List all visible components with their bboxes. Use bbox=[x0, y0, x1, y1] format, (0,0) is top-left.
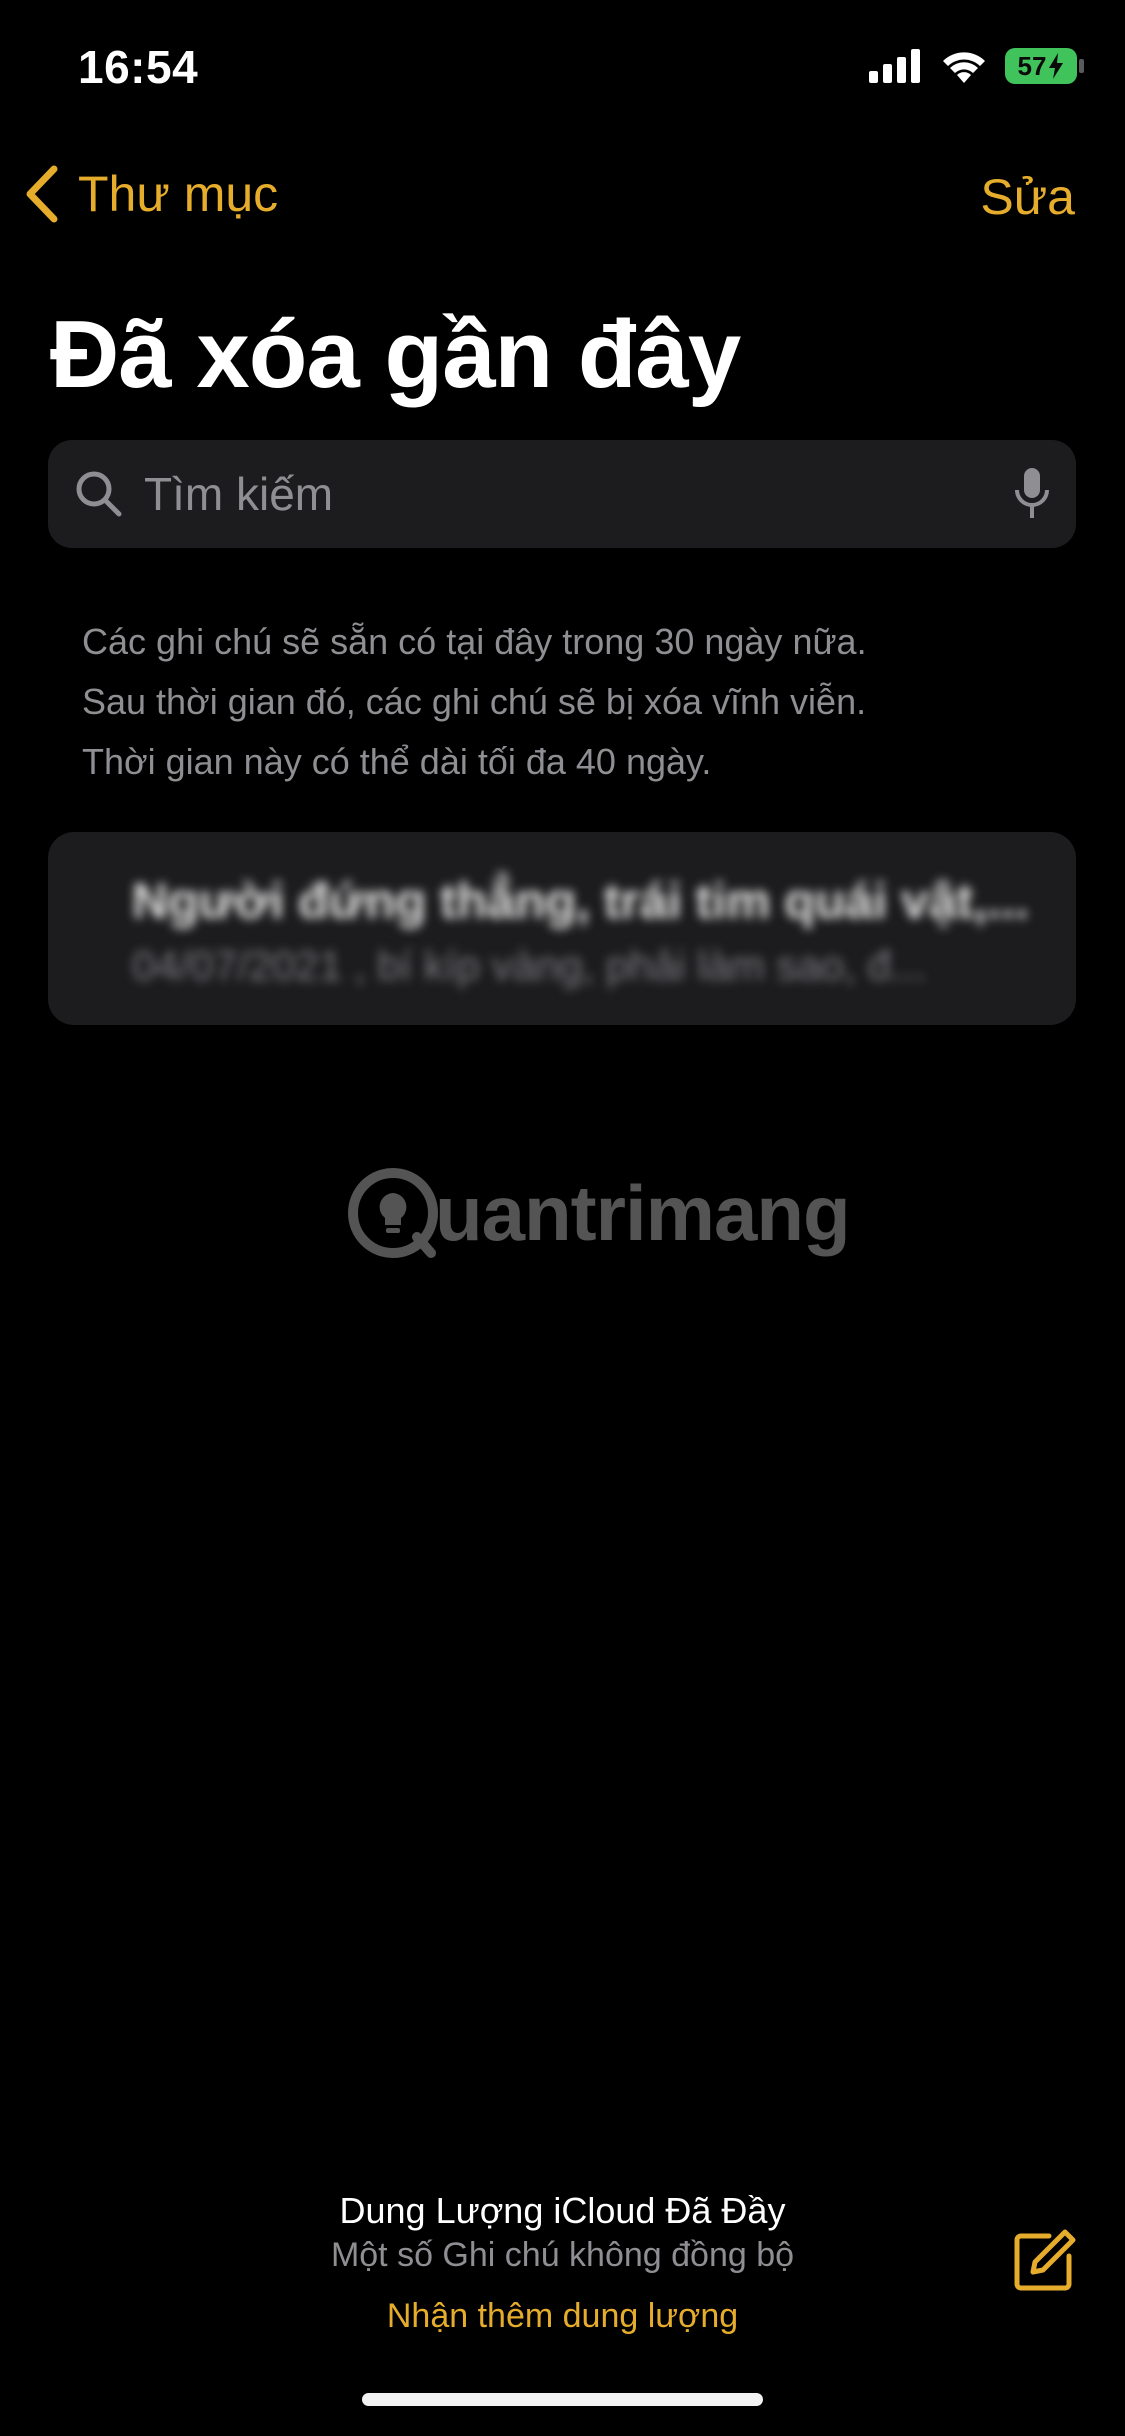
search-input[interactable] bbox=[142, 439, 1014, 549]
note-preview: , bí kíp vàng, phải làm sao, đ... bbox=[353, 942, 926, 989]
battery-level: 57 bbox=[1017, 50, 1047, 81]
note-title: Người đứng thẳng, trái tim quái vật,... bbox=[132, 873, 1029, 929]
watermark-logo: uantrimang bbox=[345, 1165, 851, 1261]
info-line: Sau thời gian đó, các ghi chú sẽ bị xóa … bbox=[82, 681, 867, 722]
home-indicator[interactable] bbox=[362, 2393, 763, 2406]
back-button-label: Thư mục bbox=[78, 166, 279, 222]
note-list-item[interactable]: Người đứng thẳng, trái tim quái vật,... … bbox=[48, 832, 1076, 1025]
watermark-text: uantrimang bbox=[435, 1168, 851, 1257]
search-bar[interactable] bbox=[48, 439, 1076, 549]
info-line: Các ghi chú sẽ sẵn có tại đây trong 30 n… bbox=[82, 621, 867, 662]
sync-warning: Một số Ghi chú không đồng bộ bbox=[330, 2236, 795, 2274]
edit-button[interactable]: Sửa bbox=[980, 168, 1075, 226]
charging-bolt-icon bbox=[1049, 53, 1064, 79]
icloud-full-title: Dung Lượng iCloud Đã Đầy bbox=[339, 2190, 786, 2231]
microphone-icon[interactable] bbox=[1014, 466, 1050, 522]
cellular-signal-icon bbox=[869, 49, 920, 83]
back-button[interactable]: Thư mục bbox=[24, 165, 278, 223]
status-icons: 57 bbox=[869, 48, 1084, 84]
get-more-storage-link[interactable]: Nhận thêm dung lượng bbox=[387, 2297, 738, 2336]
chevron-left-icon bbox=[26, 165, 58, 223]
retention-info: Các ghi chú sẽ sẵn có tại đây trong 30 n… bbox=[82, 612, 1062, 792]
wifi-icon bbox=[943, 52, 985, 83]
icloud-storage-banner: Dung Lượng iCloud Đã Đầy Một số Ghi chú … bbox=[0, 2190, 1125, 2336]
lightbulb-logo-icon bbox=[348, 1168, 438, 1258]
page-title: Đã xóa gần đây bbox=[50, 301, 741, 408]
note-date: 04/07/2021 bbox=[132, 942, 343, 989]
battery-icon: 57 bbox=[1005, 48, 1084, 84]
note-subtitle: 04/07/2021 , bí kíp vàng, phải làm sao, … bbox=[132, 942, 1032, 990]
compose-button[interactable] bbox=[1011, 2228, 1077, 2299]
compose-icon bbox=[1014, 2229, 1076, 2291]
search-icon bbox=[76, 471, 122, 517]
info-line: Thời gian này có thể dài tối đa 40 ngày. bbox=[82, 741, 712, 782]
status-time: 16:54 bbox=[78, 41, 199, 93]
